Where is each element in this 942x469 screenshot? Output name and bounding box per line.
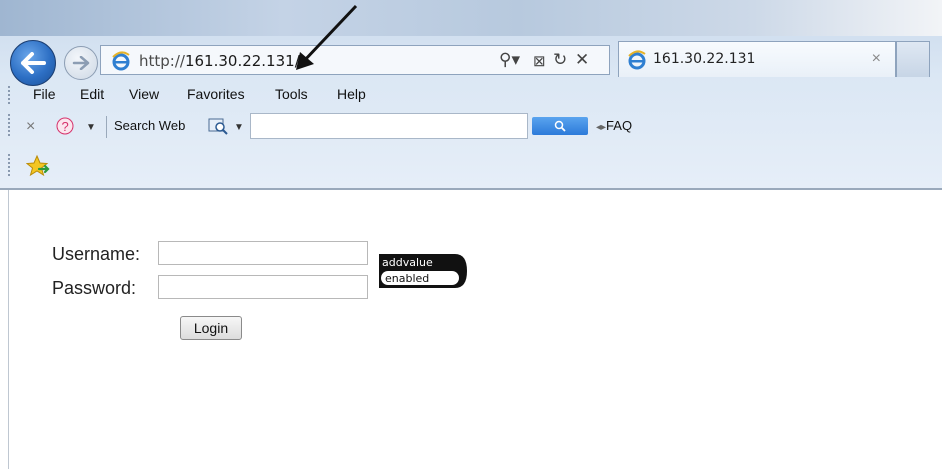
menu-bar: File Edit View Favorites Tools Help: [0, 82, 942, 108]
favorites-star-icon[interactable]: [26, 154, 50, 178]
resize-arrows-icon: ◂▸: [596, 122, 607, 133]
address-bar[interactable]: http://161.30.22.131/ ⚲▾ ⊠ ↻ ✕: [100, 45, 610, 75]
menu-tools[interactable]: Tools: [275, 86, 308, 102]
browser-chrome: http://161.30.22.131/ ⚲▾ ⊠ ↻ ✕ 161.30.22…: [0, 0, 942, 190]
compat-view-icon[interactable]: ⊠: [533, 52, 546, 70]
chevron-down-icon[interactable]: ▼: [234, 122, 244, 133]
login-button[interactable]: Login: [180, 316, 242, 340]
favorites-bar: [0, 150, 942, 184]
menu-view[interactable]: View: [129, 86, 159, 102]
close-toolbar-icon[interactable]: ×: [26, 118, 35, 136]
new-tab-button[interactable]: [896, 41, 930, 77]
username-label: Username:: [52, 244, 141, 264]
faq-link[interactable]: ◂▸FAQ: [596, 118, 632, 133]
password-field[interactable]: [158, 275, 368, 299]
address-prefix: http://: [139, 52, 185, 70]
forward-arrow-icon: [72, 56, 90, 70]
web-search-icon[interactable]: [208, 117, 228, 135]
logo-line1: addvalue: [382, 256, 433, 269]
svg-text:?: ?: [62, 119, 69, 134]
title-bar: [0, 0, 942, 36]
search-icon[interactable]: ⚲▾: [499, 50, 520, 70]
close-icon[interactable]: ×: [872, 50, 881, 68]
ie-logo-icon: [628, 50, 646, 70]
forward-button[interactable]: [64, 46, 98, 80]
logo-line2: enabled: [385, 272, 429, 285]
faq-label: FAQ: [606, 118, 633, 133]
addvalue-logo: addvalue enabled: [379, 254, 467, 288]
search-toolbar: × ? ▼ Search Web ▼ ◂▸FAQ: [0, 110, 942, 142]
search-input[interactable]: [250, 113, 528, 139]
address-host: 161.30.22.131/: [184, 52, 300, 70]
menu-edit[interactable]: Edit: [80, 86, 104, 102]
search-icon: [554, 120, 566, 132]
menu-help[interactable]: Help: [337, 86, 366, 102]
password-label: Password:: [52, 278, 137, 298]
refresh-icon[interactable]: ↻: [553, 50, 567, 70]
back-arrow-icon: [21, 52, 46, 74]
toolbar-divider: [106, 116, 107, 138]
username-field[interactable]: [158, 241, 368, 265]
chevron-down-icon[interactable]: ▼: [86, 122, 96, 133]
help-icon[interactable]: ?: [56, 116, 74, 136]
menu-file[interactable]: File: [33, 86, 56, 102]
tab-active[interactable]: 161.30.22.131 ×: [618, 41, 896, 77]
page-content: [8, 190, 942, 469]
address-url: http://161.30.22.131/: [139, 52, 300, 70]
search-web-label[interactable]: Search Web: [114, 118, 185, 133]
stop-icon[interactable]: ✕: [575, 50, 589, 70]
back-button[interactable]: [10, 40, 56, 86]
menu-favorites[interactable]: Favorites: [187, 86, 245, 102]
ie-logo-icon: [112, 51, 130, 71]
search-button[interactable]: [532, 117, 588, 135]
tab-title: 161.30.22.131: [653, 51, 756, 67]
